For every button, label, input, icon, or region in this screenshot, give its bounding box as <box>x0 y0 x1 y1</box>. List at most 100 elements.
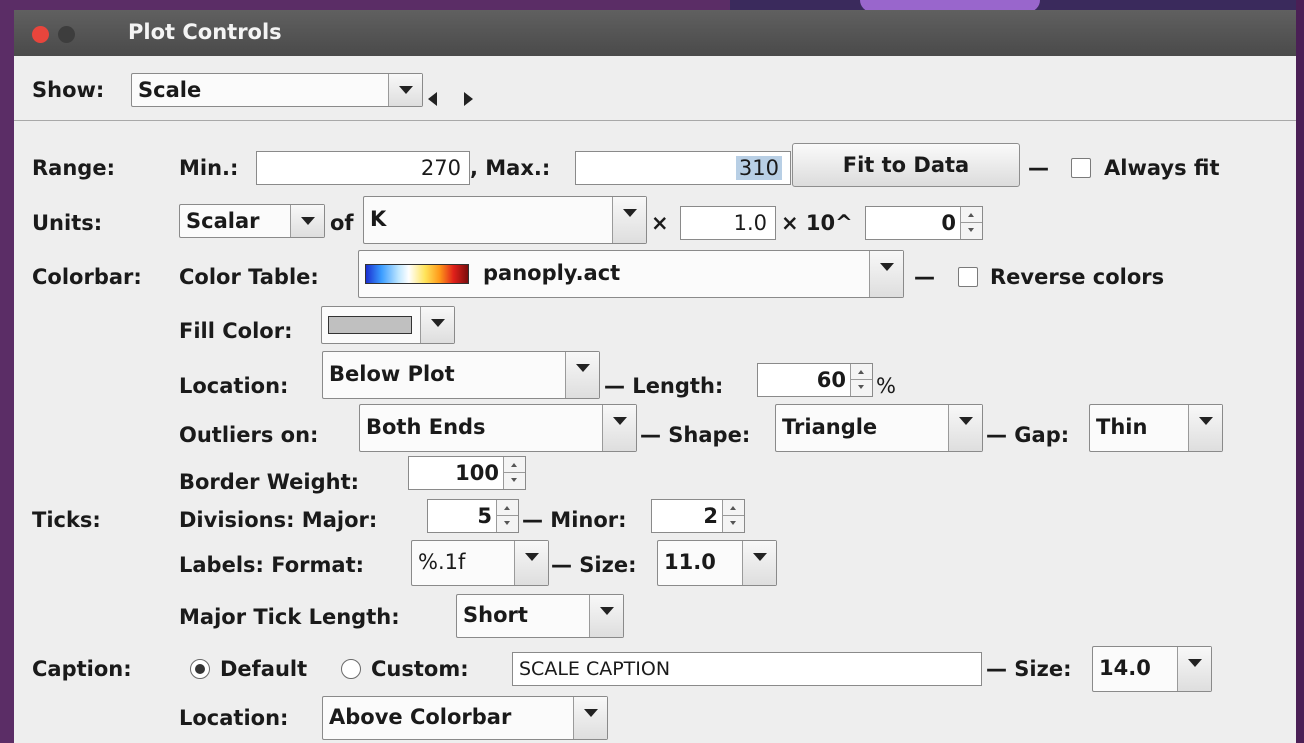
units-label: Units: <box>32 211 103 235</box>
format-value: %.1f <box>418 550 466 574</box>
chevron-down-icon[interactable] <box>742 541 776 585</box>
color-table-value: panoply.act <box>483 261 621 285</box>
increment-icon[interactable] <box>504 457 525 473</box>
border-weight-label: Border Weight: <box>179 470 360 494</box>
divisions-major-label: Divisions: Major: <box>179 508 378 532</box>
fit-to-data-button[interactable]: Fit to Data <box>792 143 1020 187</box>
title-bar[interactable]: Plot Controls <box>14 10 1296 56</box>
tick-length-dropdown[interactable]: Short <box>456 594 624 638</box>
chevron-down-icon[interactable] <box>290 205 324 237</box>
exponent-stepper[interactable]: 0 <box>865 206 983 240</box>
gap-dropdown[interactable]: Thin <box>1089 404 1223 452</box>
chevron-down-icon[interactable] <box>420 307 454 343</box>
outliers-value: Both Ends <box>366 415 486 439</box>
colorbar-dash: — <box>914 265 935 289</box>
caption-location-dropdown[interactable]: Above Colorbar <box>322 696 608 740</box>
minimize-window-icon[interactable] <box>58 26 75 43</box>
shape-dropdown[interactable]: Triangle <box>775 404 983 452</box>
custom-caption-label: Custom: <box>371 657 469 681</box>
gap-value: Thin <box>1096 415 1148 439</box>
show-dropdown[interactable]: Scale <box>131 73 423 107</box>
ticks-label: Ticks: <box>32 508 101 532</box>
unit-dropdown[interactable]: K <box>363 196 647 244</box>
show-label: Show: <box>32 78 105 102</box>
major-tick-length-label: Major Tick Length: <box>179 605 400 629</box>
outliers-dropdown[interactable]: Both Ends <box>359 404 637 452</box>
decrement-icon[interactable] <box>851 380 872 396</box>
increment-icon[interactable] <box>961 207 982 223</box>
colorbar-label: Colorbar: <box>32 265 142 289</box>
chevron-down-icon[interactable] <box>589 595 623 637</box>
chevron-down-icon[interactable] <box>388 74 422 106</box>
min-input[interactable]: 270 <box>256 151 470 185</box>
increment-icon[interactable] <box>497 500 518 516</box>
custom-caption-radio[interactable] <box>341 659 361 679</box>
major-divisions-stepper[interactable]: 5 <box>427 499 519 533</box>
tick-length-value: Short <box>463 603 528 627</box>
decrement-icon[interactable] <box>497 516 518 532</box>
min-value: 270 <box>420 156 461 180</box>
increment-icon[interactable] <box>851 364 872 380</box>
next-arrow-icon[interactable] <box>464 92 473 106</box>
decrement-icon[interactable] <box>961 223 982 239</box>
minor-divisions-stepper[interactable]: 2 <box>651 499 745 533</box>
chevron-down-icon[interactable] <box>869 251 903 297</box>
default-caption-radio[interactable] <box>190 659 210 679</box>
chevron-down-icon[interactable] <box>1177 647 1211 691</box>
range-label: Range: <box>32 156 115 180</box>
outliers-label: Outliers on: <box>179 423 319 447</box>
caption-location-value: Above Colorbar <box>329 705 512 729</box>
border-weight-stepper[interactable]: 100 <box>408 456 526 490</box>
plot-controls-window: Plot Controls Show: Scale Range: Min.: 2… <box>14 10 1296 743</box>
decrement-icon[interactable] <box>723 516 744 532</box>
max-label: , Max.: <box>470 156 551 180</box>
fill-color-dropdown[interactable] <box>321 306 455 344</box>
tick-size-dropdown[interactable]: 11.0 <box>657 540 777 586</box>
custom-caption-value: SCALE CAPTION <box>519 658 671 680</box>
max-value: 310 <box>735 156 782 180</box>
min-label: Min.: <box>179 156 239 180</box>
custom-caption-input[interactable]: SCALE CAPTION <box>512 652 982 686</box>
chevron-down-icon[interactable] <box>602 405 636 451</box>
times-ten-label: × 10^ <box>781 211 853 235</box>
shape-label: — Shape: <box>640 423 751 447</box>
increment-icon[interactable] <box>723 500 744 516</box>
percent-unit: % <box>876 374 896 398</box>
header-divider <box>14 120 1296 121</box>
caption-size-dropdown[interactable]: 14.0 <box>1092 646 1212 692</box>
chevron-down-icon[interactable] <box>514 541 548 585</box>
max-input[interactable]: 310 <box>575 151 791 185</box>
minor-label: — Minor: <box>522 508 627 532</box>
color-table-dropdown[interactable]: panoply.act <box>358 250 904 298</box>
range-dash: — <box>1028 156 1049 180</box>
chevron-down-icon[interactable] <box>1188 405 1222 451</box>
tick-size-value: 11.0 <box>664 550 716 574</box>
colorbar-location-dropdown[interactable]: Below Plot <box>322 351 600 399</box>
major-divisions-value: 5 <box>477 504 492 528</box>
decrement-icon[interactable] <box>504 473 525 489</box>
labels-format-label: Labels: Format: <box>179 553 365 577</box>
times-label: × <box>651 211 669 235</box>
of-label: of <box>330 211 354 235</box>
always-fit-checkbox[interactable] <box>1071 158 1091 178</box>
chevron-down-icon[interactable] <box>565 352 599 398</box>
caption-location-label: Location: <box>179 706 289 730</box>
factor-input[interactable]: 1.0 <box>680 206 776 240</box>
unit-value: K <box>370 207 387 231</box>
chevron-down-icon[interactable] <box>612 197 646 243</box>
colorbar-location-value: Below Plot <box>329 362 455 386</box>
format-dropdown[interactable]: %.1f <box>411 540 549 586</box>
close-window-icon[interactable] <box>32 26 49 43</box>
chevron-down-icon[interactable] <box>948 405 982 451</box>
shape-value: Triangle <box>782 415 878 439</box>
previous-arrow-icon[interactable] <box>428 92 437 106</box>
tick-size-label: — Size: <box>551 553 637 577</box>
chevron-down-icon[interactable] <box>573 697 607 739</box>
length-stepper[interactable]: 60 <box>757 363 873 397</box>
reverse-colors-checkbox[interactable] <box>958 267 978 287</box>
default-caption-label: Default <box>220 657 308 681</box>
reverse-colors-label: Reverse colors <box>990 265 1165 289</box>
border-weight-value: 100 <box>455 461 499 485</box>
units-type-dropdown[interactable]: Scalar <box>179 204 325 238</box>
length-label: — Length: <box>604 374 724 398</box>
